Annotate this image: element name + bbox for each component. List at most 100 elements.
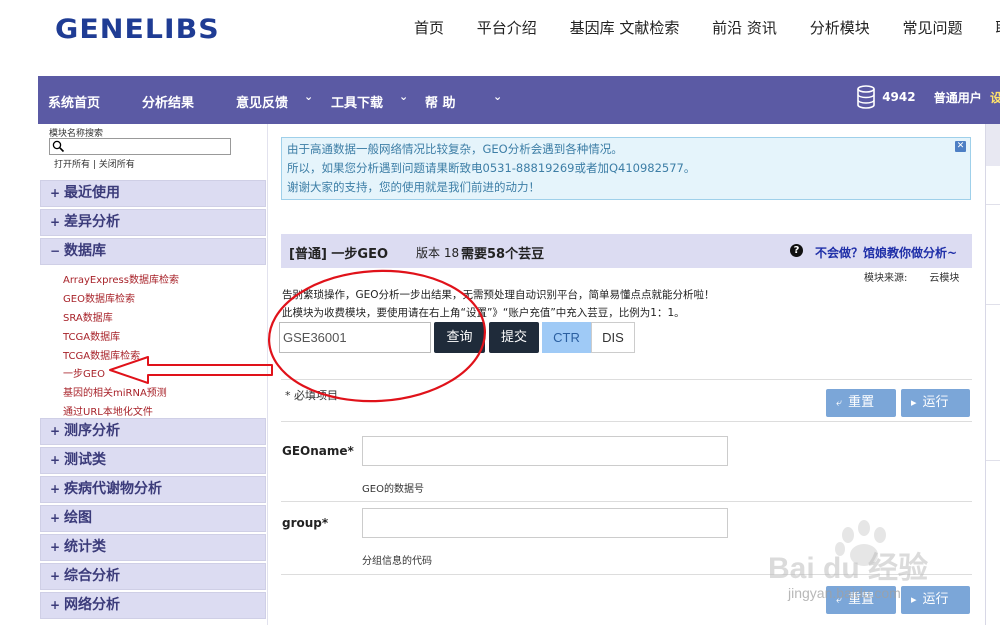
- reset-button[interactable]: ⤶ 重置: [826, 389, 896, 417]
- top-nav: 首页 平台介绍 基因库 文献检索 前沿 资讯 分析模块 常见问题 联系: [400, 17, 1000, 38]
- sidebar-item-url-file[interactable]: 通过URL本地化文件: [63, 403, 153, 418]
- site-logo[interactable]: GENELIBS: [55, 14, 220, 45]
- category-label: 差异分析: [64, 214, 120, 230]
- topnav-analysis[interactable]: 分析模块: [810, 17, 870, 38]
- settings-link[interactable]: 设置: [990, 91, 1000, 105]
- geoname-input[interactable]: [362, 436, 728, 466]
- sidebar-item-one-step-geo[interactable]: 一步GEO: [63, 365, 105, 380]
- search-icon: [52, 140, 65, 153]
- chevron-down-icon[interactable]: ⌄: [399, 90, 408, 103]
- divider: [281, 379, 972, 380]
- chevron-down-icon[interactable]: ⌄: [493, 90, 502, 103]
- close-all-link[interactable]: 关闭所有: [99, 160, 135, 170]
- sidebar-category-plot[interactable]: + 绘图: [40, 505, 266, 532]
- close-icon[interactable]: ✕: [955, 141, 966, 152]
- sidebar-category-disease[interactable]: + 疾病代谢物分析: [40, 476, 266, 503]
- category-label: 综合分析: [64, 568, 120, 584]
- run-button[interactable]: ▸ 运行: [901, 389, 970, 417]
- topnav-gene-library[interactable]: 基因库 文献检索: [570, 17, 680, 38]
- sidebar-category-comprehensive[interactable]: + 综合分析: [40, 563, 266, 590]
- sidebar-category-network[interactable]: + 网络分析: [40, 592, 266, 619]
- category-label: 统计类: [64, 539, 106, 555]
- category-label: 测序分析: [64, 423, 120, 439]
- reset-label: 重置: [848, 395, 875, 410]
- geo-query-input[interactable]: GSE36001: [279, 322, 431, 353]
- appbar-tools[interactable]: 工具下载: [331, 92, 383, 111]
- help-link[interactable]: 不会做？馆娘教你做分析~: [815, 244, 957, 261]
- chevron-down-icon[interactable]: ⌄: [304, 90, 313, 103]
- module-cost: 需要58个芸豆: [461, 247, 545, 262]
- topnav-about[interactable]: 平台介绍: [477, 17, 537, 38]
- site-header: GENELIBS 首页 平台介绍 基因库 文献检索 前沿 资讯 分析模块 常见问…: [0, 0, 1000, 76]
- sidebar-item-arrayexpress[interactable]: ArrayExpress数据库检索: [63, 271, 179, 286]
- category-label: 疾病代谢物分析: [64, 481, 162, 497]
- open-all-link[interactable]: 打开所有: [54, 160, 90, 170]
- appbar-system-home[interactable]: 系统首页: [48, 92, 100, 111]
- group-label: group*: [282, 516, 329, 530]
- plus-icon: +: [50, 424, 61, 438]
- module-header: [普通] 一步GEO 版本 18 需要58个芸豆 ? 不会做？馆娘教你做分析~: [281, 234, 972, 268]
- appbar-help[interactable]: 帮 助: [425, 92, 456, 111]
- submit-button[interactable]: 提交: [489, 322, 539, 353]
- divider: [986, 460, 1000, 461]
- topnav-news[interactable]: 前沿 资讯: [712, 17, 777, 38]
- divider: [281, 501, 972, 502]
- plus-icon: +: [50, 215, 61, 229]
- category-label: 测试类: [64, 452, 106, 468]
- sidebar-category-database[interactable]: − 数据库: [40, 238, 266, 265]
- appbar-results[interactable]: 分析结果: [142, 92, 194, 111]
- user-role: 普通用户: [933, 90, 982, 105]
- sidebar-item-sra[interactable]: SRA数据库: [63, 309, 113, 324]
- sidebar-item-mirna[interactable]: 基因的相关miRNA预测: [63, 384, 167, 399]
- plus-icon: +: [50, 186, 61, 200]
- right-panel-tab[interactable]: [986, 124, 1000, 166]
- ctr-button[interactable]: CTR: [542, 322, 591, 353]
- sidebar-category-diff[interactable]: + 差异分析: [40, 209, 266, 236]
- group-hint: 分组信息的代码: [362, 556, 432, 567]
- notice-line: 所以，如果您分析遇到问题请果断致电0531-88819269或者加Q410982…: [287, 161, 696, 175]
- divider: [986, 204, 1000, 205]
- sidebar-category-seq[interactable]: + 测序分析: [40, 418, 266, 445]
- watermark-url: jingyan.baidu.com: [788, 585, 901, 601]
- query-button[interactable]: 查询: [434, 322, 485, 353]
- category-label: 网络分析: [64, 597, 120, 613]
- database-icon: [857, 85, 875, 109]
- reset-icon: ⤶: [836, 396, 843, 409]
- sidebar: 模块名称搜索 打开所有 | 关闭所有 + 最近使用 + 差异分析 − 数据库 Arra…: [38, 124, 268, 625]
- module-source: 模块来源: 云模块: [864, 269, 959, 284]
- source-label: 模块来源:: [864, 273, 908, 284]
- watermark-text: Bai du 经验: [768, 552, 929, 585]
- app-bar: 系统首页 分析结果 意见反馈 ⌄ 工具下载 ⌄ 帮 助 ⌄ 4942 普通用户 …: [38, 76, 1000, 124]
- notice-line: 谢谢大家的支持，您的使用就是我们前进的动力！: [287, 180, 540, 194]
- appbar-feedback[interactable]: 意见反馈: [236, 92, 288, 111]
- sidebar-category-recent[interactable]: + 最近使用: [40, 180, 266, 207]
- coin-count: 4942: [882, 90, 916, 104]
- plus-icon: +: [50, 482, 61, 496]
- required-note: * 必填项目: [285, 389, 338, 402]
- module-fee-note: 此模块为收费模块，要使用请在右上角“设置”》“账户充值”中充入芸豆，比例为1：1…: [282, 307, 685, 319]
- topnav-faq[interactable]: 常见问题: [903, 17, 963, 38]
- plus-icon: +: [50, 453, 61, 467]
- source-value: 云模块: [929, 273, 960, 284]
- notice-line: 由于高通数据一般网络情况比较复杂，GEO分析会遇到各种情况。: [287, 142, 623, 156]
- run-label: 运行: [922, 395, 949, 410]
- plus-icon: +: [50, 598, 61, 612]
- question-icon[interactable]: ?: [790, 244, 803, 257]
- sidebar-item-geo-search[interactable]: GEO数据库检索: [63, 290, 135, 305]
- sidebar-item-tcga-search[interactable]: TCGA数据库检索: [63, 347, 140, 362]
- category-label: 绘图: [64, 510, 92, 526]
- module-search-input[interactable]: [49, 138, 231, 155]
- sidebar-category-test[interactable]: + 测试类: [40, 447, 266, 474]
- topnav-home[interactable]: 首页: [414, 17, 444, 38]
- module-description: 告别繁琐操作，GEO分析一步出结果，无需预处理自动识别平台，简单易懂点点就能分析…: [282, 289, 715, 301]
- plus-icon: +: [50, 511, 61, 525]
- topnav-contact[interactable]: 联系: [995, 17, 1000, 38]
- minus-icon: −: [50, 244, 61, 258]
- play-icon: ▸: [911, 396, 917, 409]
- user-area: 4942 普通用户 设置: [856, 85, 1000, 115]
- sidebar-item-tcga[interactable]: TCGA数据库: [63, 328, 120, 343]
- geoname-label: GEOname*: [282, 444, 354, 458]
- sidebar-category-stats[interactable]: + 统计类: [40, 534, 266, 561]
- dis-button[interactable]: DIS: [591, 322, 635, 353]
- group-input[interactable]: [362, 508, 728, 538]
